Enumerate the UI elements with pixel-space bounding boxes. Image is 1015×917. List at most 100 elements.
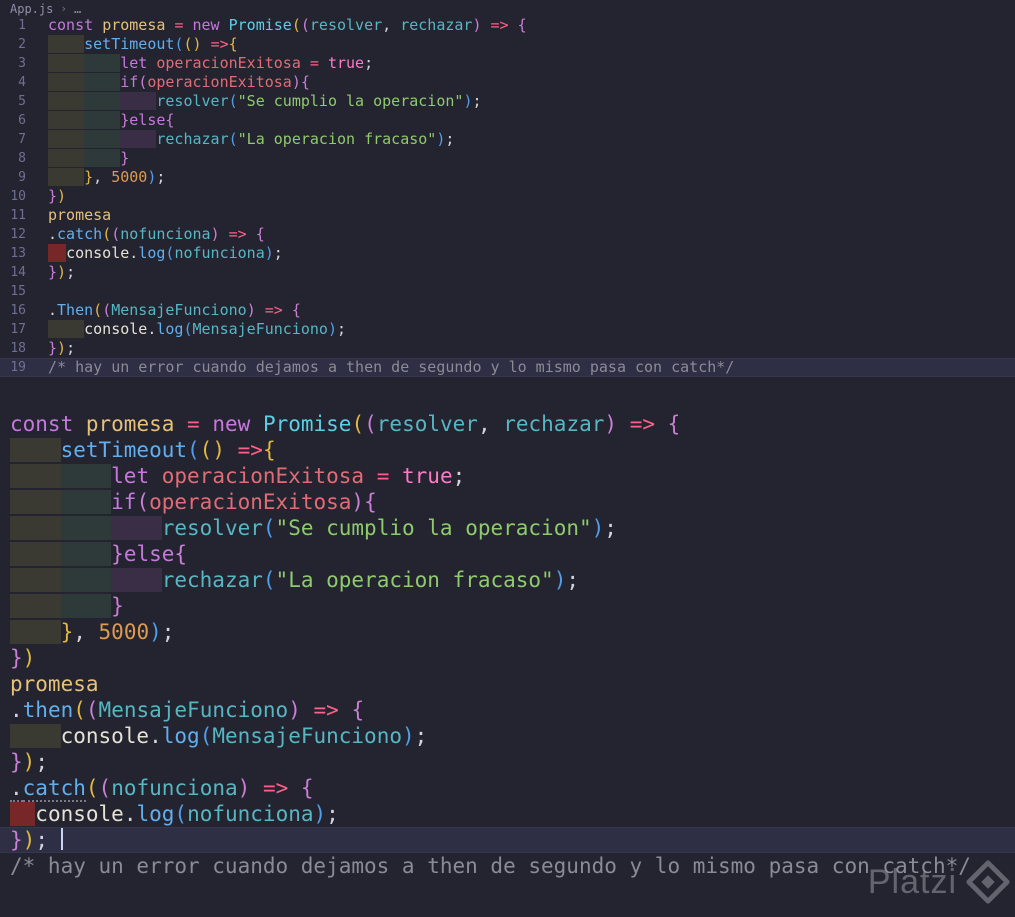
line-number[interactable]: 6 [0,111,26,130]
line-number[interactable]: 9 [0,168,26,187]
code-line[interactable]: }, 5000); [0,619,1015,645]
line-number[interactable]: 8 [0,149,26,168]
code-text: rechazar("La operacion fracaso"); [0,567,579,593]
line-number[interactable]: 1 [0,16,26,35]
token-pl: . [48,225,58,243]
line-number[interactable]: 10 [0,187,26,206]
line-number[interactable]: 5 [0,92,26,111]
token-op: => [262,776,289,800]
code-line[interactable]: 8 } [0,149,1015,168]
code-line[interactable]: 18}); [0,339,1015,358]
line-number[interactable]: 18 [0,339,26,358]
token-b3: ) [327,320,337,338]
code-line[interactable]: 11 promesa [0,206,1015,225]
line-number[interactable]: 15 [0,282,26,301]
code-line[interactable]: 16 .Then((MensajeFunciono) => { [0,301,1015,320]
line-number[interactable]: 3 [0,54,26,73]
code-line[interactable]: 9 }, 5000); [0,168,1015,187]
token-op: => [210,35,229,53]
token-i2 [111,568,162,592]
line-number[interactable]: 14 [0,263,26,282]
line-number[interactable]: 17 [0,320,26,339]
code-line[interactable]: let operacionExitosa = true; [0,463,1015,489]
token-i0 [48,168,85,186]
code-text: let operacionExitosa = true; [0,463,465,489]
code-line[interactable]: resolver("Se cumplio la operacion"); [0,515,1015,541]
breadcrumb-more[interactable]: … [74,2,81,16]
code-line[interactable]: 4 if(operacionExitosa){ [0,73,1015,92]
code-line[interactable]: 17 console.log(MensajeFunciono); [0,320,1015,339]
line-number[interactable]: 11 [0,206,26,225]
breadcrumb-file[interactable]: App.js [10,2,53,16]
code-line[interactable]: console.log(nofunciona); [0,801,1015,827]
code-line[interactable]: console.log(MensajeFunciono); [0,723,1015,749]
token-pl: ; [452,464,466,488]
code-line[interactable]: 14}); [0,263,1015,282]
code-line[interactable]: }else{ [0,541,1015,567]
token-pl: ; [445,130,455,148]
code-line[interactable]: } [0,593,1015,619]
line-number[interactable]: 7 [0,130,26,149]
token-pl: ; [364,54,374,72]
line-number[interactable]: 2 [0,35,26,54]
token-i1 [60,464,112,488]
token-b3: ( [183,320,193,338]
token-pm: rechazar [161,568,263,592]
code-line[interactable]: }); [0,827,1015,853]
token-b2: } [10,828,23,852]
token-b2: ) [604,412,618,436]
code-text: promesa [48,206,111,225]
token-pm: nofunciona [120,225,211,243]
code-line[interactable]: 10}) [0,187,1015,206]
code-line[interactable]: promesa [0,671,1015,697]
code-line[interactable]: }) [0,645,1015,671]
code-line[interactable]: const promesa = new Promise((resolver, r… [0,411,1015,437]
code-line[interactable]: .then((MensajeFunciono) => { [0,697,1015,723]
token-i1 [60,542,112,566]
token-b3: ( [228,92,238,110]
code-line[interactable]: }); [0,749,1015,775]
editor-top-pane[interactable]: 1 const promesa = new Promise((resolver, … [0,16,1015,377]
token-pl: ; [35,828,61,852]
token-b2: } [48,263,58,281]
line-number[interactable]: 16 [0,301,26,320]
line-number[interactable]: 19 [0,358,26,377]
code-text: console.log(nofunciona); [0,801,339,827]
code-line[interactable]: /* hay un error cuando dejamos a then de… [0,853,1015,879]
code-text: } [0,593,124,619]
line-number[interactable]: 12 [0,225,26,244]
line-number[interactable]: 4 [0,73,26,92]
token-i0 [48,54,85,72]
code-line[interactable]: 19 /* hay un error cuando dejamos a then … [0,358,1015,377]
code-line[interactable]: 2 setTimeout(() =>{ [0,35,1015,54]
code-text: .then((MensajeFunciono) => { [0,697,364,723]
code-line[interactable]: if(operacionExitosa){ [0,489,1015,515]
token-b1: ) [22,750,36,774]
code-line[interactable]: 3 let operacionExitosa = true; [0,54,1015,73]
code-line[interactable]: 5 resolver("Se cumplio la operacion"); [0,92,1015,111]
editor-bottom-pane[interactable]: const promesa = new Promise((resolver, r… [0,411,1015,879]
token-b2: { [255,225,265,243]
token-pm: resolver [376,412,478,436]
line-number[interactable]: 13 [0,244,26,263]
token-b2: } [10,750,23,774]
code-line[interactable]: 6 }else{ [0,111,1015,130]
token-vr: promesa [10,672,99,696]
code-line[interactable]: rechazar("La operacion fracaso"); [0,567,1015,593]
code-line[interactable]: .catch((nofunciona) => { [0,775,1015,802]
token-fn: log [161,724,200,748]
code-line[interactable]: 13 console.log(nofunciona); [0,244,1015,263]
code-line[interactable]: 12 .catch((nofunciona) => { [0,225,1015,244]
token-b3: ) [591,516,605,540]
code-line[interactable]: 1 const promesa = new Promise((resolver, … [0,16,1015,35]
code-line[interactable]: 7 rechazar("La operacion fracaso"); [0,130,1015,149]
code-line[interactable]: setTimeout(() =>{ [0,437,1015,463]
token-b3: ) [402,724,415,748]
code-line[interactable]: 15 [0,282,1015,301]
